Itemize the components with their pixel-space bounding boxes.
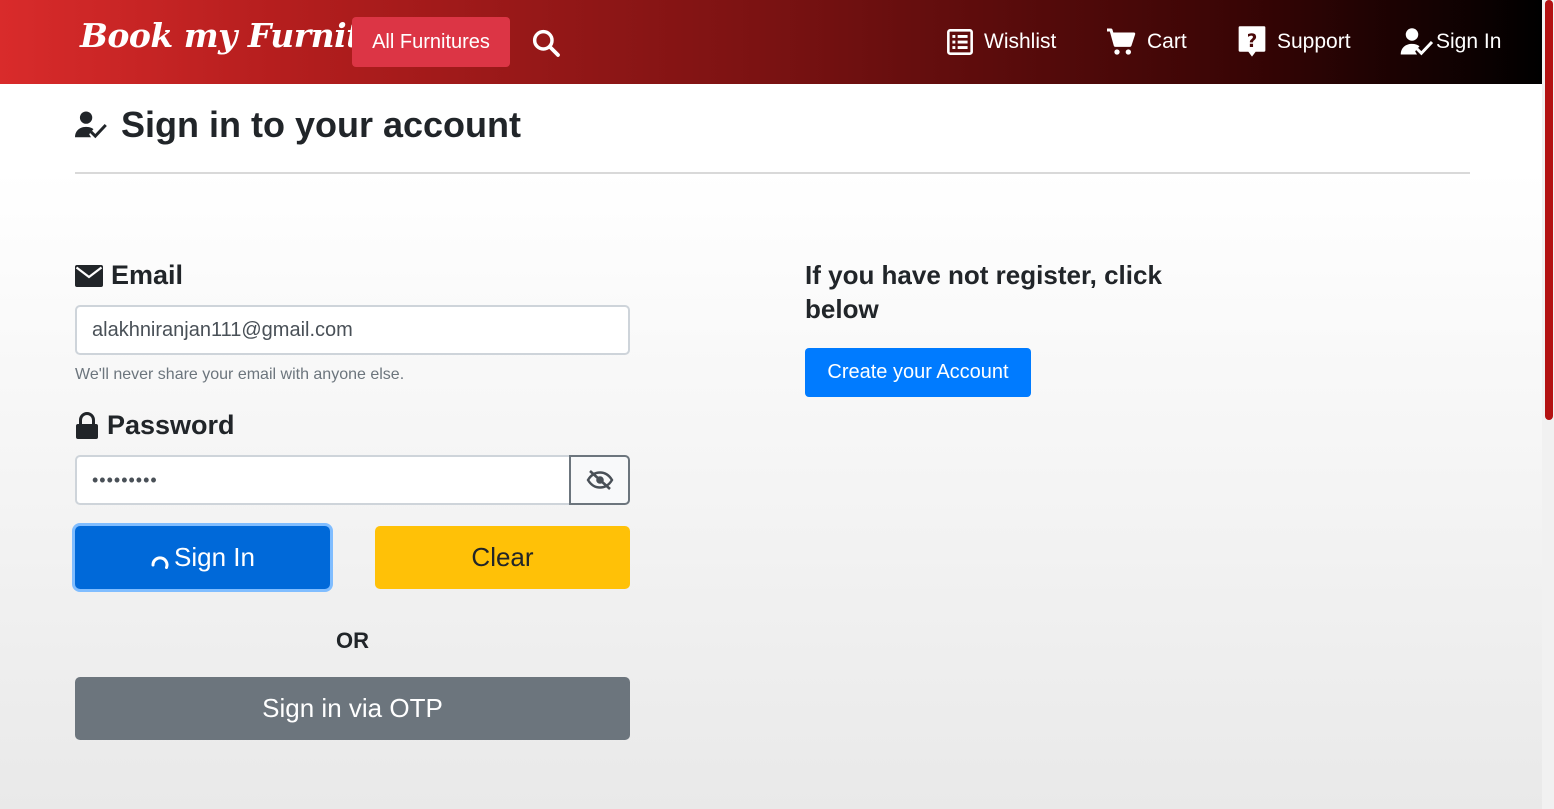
password-field[interactable]: •••••••••: [75, 455, 571, 505]
page-title: Sign in to your account: [121, 104, 522, 145]
toggle-password-button[interactable]: [569, 455, 630, 505]
sign-in-button-label: Sign In: [174, 542, 255, 572]
page-header: Sign in to your account: [75, 104, 521, 146]
svg-text:?: ?: [1247, 31, 1258, 52]
nav-sign-in[interactable]: Sign In: [1400, 24, 1501, 60]
email-label-text: Email: [111, 260, 184, 290]
or-separator: OR: [336, 628, 369, 653]
cart-icon: [1107, 28, 1136, 55]
nav-wishlist[interactable]: Wishlist: [946, 24, 1056, 60]
scrollbar-thumb[interactable]: [1545, 0, 1553, 420]
password-label-text: Password: [107, 410, 235, 440]
password-label: Password: [75, 410, 235, 441]
nav-cart-label: Cart: [1147, 30, 1187, 53]
wishlist-icon: [947, 29, 973, 55]
lock-icon: [76, 411, 98, 439]
user-check-icon: [75, 111, 107, 139]
sign-in-otp-button[interactable]: Sign in via OTP: [75, 677, 630, 740]
email-field[interactable]: alakhniranjan111@gmail.com: [75, 305, 630, 355]
nav-support-label: Support: [1277, 30, 1351, 53]
support-icon: ?: [1238, 26, 1266, 57]
all-furnitures-button[interactable]: All Furnitures: [352, 17, 510, 67]
email-label: Email: [75, 260, 183, 291]
user-check-icon: [1400, 28, 1434, 56]
nav-support[interactable]: ? Support: [1237, 24, 1351, 60]
search-icon[interactable]: [530, 27, 562, 59]
header-divider: [75, 172, 1470, 174]
nav-sign-in-label: Sign In: [1436, 30, 1502, 53]
envelope-icon: [75, 264, 103, 287]
email-help-text: We'll never share your email with anyone…: [75, 366, 405, 383]
nav-wishlist-label: Wishlist: [984, 30, 1057, 53]
navbar: Book my Furniture All Furnitures Wishlis…: [0, 0, 1542, 84]
register-prompt: If you have not register, click below: [805, 260, 1162, 324]
nav-cart[interactable]: Cart: [1105, 24, 1187, 60]
spinner-icon: [151, 555, 169, 569]
sign-in-button[interactable]: Sign In: [75, 526, 330, 589]
eye-slash-icon: [586, 470, 613, 490]
clear-button[interactable]: Clear: [375, 526, 630, 589]
create-account-button[interactable]: Create your Account: [805, 348, 1031, 397]
